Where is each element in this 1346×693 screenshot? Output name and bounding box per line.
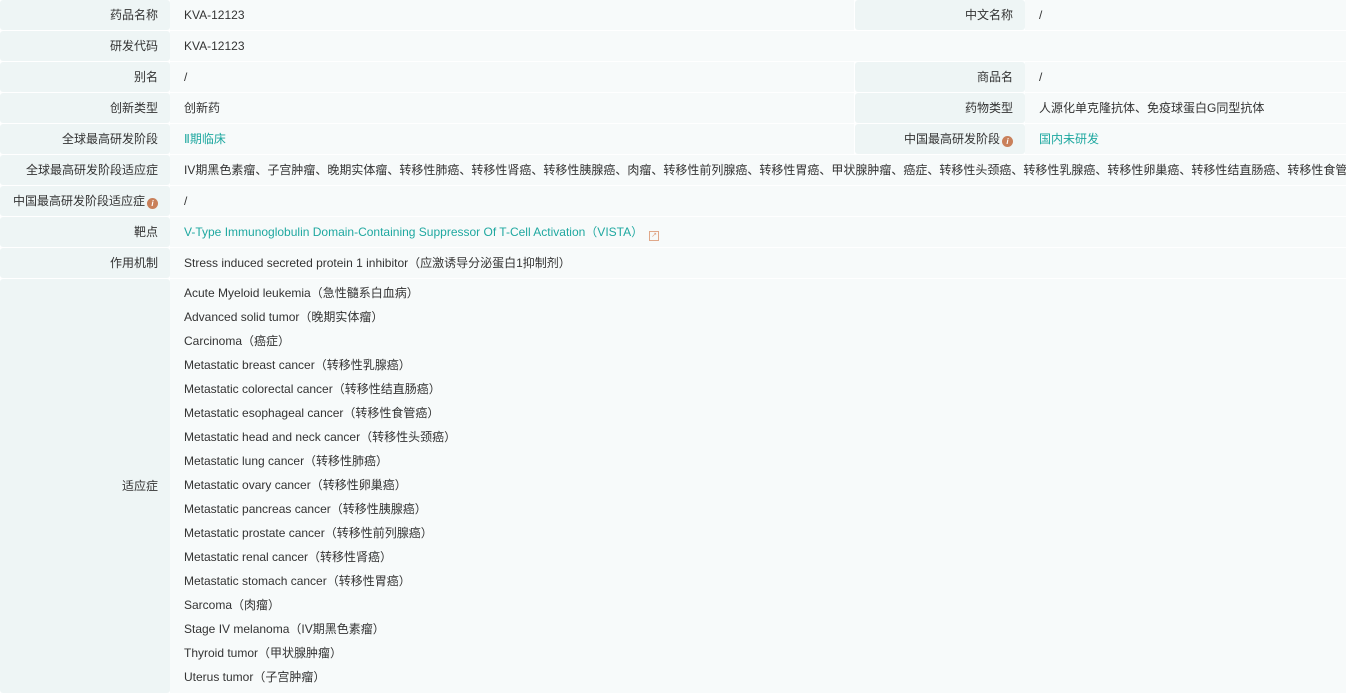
mechanism-value: Stress induced secreted protein 1 inhibi… [170,248,1346,278]
china-stage-indication-label: 中国最高研发阶段适应症 [12,194,145,208]
row-indications: 适应症 Acute Myeloid leukemia（急性髓系白血病） Advan… [0,279,1346,693]
indication-item: Uterus tumor（子宫肿瘤） [184,670,326,684]
china-stage-label-cell: 中国最高研发阶段 i [855,124,1025,154]
chinese-name-label: 中文名称 [855,0,1025,30]
target-link[interactable]: V-Type Immunoglobulin Domain-Containing … [184,225,643,239]
info-icon[interactable]: i [147,198,158,209]
indication-item: Metastatic renal cancer（转移性肾癌） [184,550,393,564]
indication-item: Advanced solid tumor（晚期实体瘤） [184,310,384,324]
global-stage-link[interactable]: Ⅱ期临床 [184,132,226,146]
row-target: 靶点 V-Type Immunoglobulin Domain-Containi… [0,217,1346,247]
row-alias: 别名 / 商品名 / [0,62,1346,92]
drug-type-label: 药物类型 [855,93,1025,123]
drug-name-label: 药品名称 [0,0,170,30]
global-stage-indication-value: IV期黑色素瘤、子宫肿瘤、晚期实体瘤、转移性肺癌、转移性肾癌、转移性胰腺癌、肉瘤… [170,155,1346,185]
indication-item: Metastatic colorectal cancer（转移性结直肠癌） [184,382,441,396]
innovation-type-label: 创新类型 [0,93,170,123]
row-global-stage: 全球最高研发阶段 Ⅱ期临床 中国最高研发阶段 i 国内未研发 [0,124,1346,154]
china-stage-label: 中国最高研发阶段 [903,132,1000,146]
trade-name-value: / [1025,62,1346,92]
row-global-stage-indication: 全球最高研发阶段适应症 IV期黑色素瘤、子宫肿瘤、晚期实体瘤、转移性肺癌、转移性… [0,155,1346,185]
alias-value: / [170,62,854,92]
indication-item: Metastatic ovary cancer（转移性卵巢癌） [184,478,407,492]
indication-item: Metastatic esophageal cancer（转移性食管癌） [184,406,440,420]
drug-type-value: 人源化单克隆抗体、免疫球蛋白G同型抗体 [1025,93,1346,123]
indication-item: Metastatic prostate cancer（转移性前列腺癌） [184,526,433,540]
global-stage-label: 全球最高研发阶段 [0,124,170,154]
drug-name-value: KVA-12123 [170,0,854,30]
indication-item: Thyroid tumor（甲状腺肿瘤） [184,646,343,660]
indication-item: Sarcoma（肉瘤） [184,598,281,612]
dev-code-value: KVA-12123 [170,31,1346,61]
trade-name-label: 商品名 [855,62,1025,92]
innovation-type-value: 创新药 [170,93,854,123]
drug-info-table: 药品名称 KVA-12123 中文名称 / 研发代码 KVA-12123 别名 … [0,0,1346,693]
indication-item: Stage IV melanoma（IV期黑色素瘤） [184,622,385,636]
row-china-stage-indication: 中国最高研发阶段适应症 i / [0,186,1346,216]
row-dev-code: 研发代码 KVA-12123 [0,31,1346,61]
china-stage-indication-label-cell: 中国最高研发阶段适应症 i [0,186,170,216]
indication-item: Metastatic breast cancer（转移性乳腺癌） [184,358,411,372]
global-stage-indication-label: 全球最高研发阶段适应症 [0,155,170,185]
row-drug-name: 药品名称 KVA-12123 中文名称 / [0,0,1346,30]
china-stage-indication-value: / [170,186,1346,216]
external-link-icon[interactable]: ↗ [649,231,660,241]
dev-code-label: 研发代码 [0,31,170,61]
indication-item: Metastatic lung cancer（转移性肺癌） [184,454,389,468]
indications-label: 适应症 [0,279,170,693]
indication-item: Metastatic pancreas cancer（转移性胰腺癌） [184,502,427,516]
china-stage-link[interactable]: 国内未研发 [1039,132,1099,146]
indication-item: Metastatic head and neck cancer（转移性头颈癌） [184,430,457,444]
alias-label: 别名 [0,62,170,92]
info-icon[interactable]: i [1002,136,1013,147]
target-label: 靶点 [0,217,170,247]
row-innovation-type: 创新类型 创新药 药物类型 人源化单克隆抗体、免疫球蛋白G同型抗体 [0,93,1346,123]
indication-item: Acute Myeloid leukemia（急性髓系白血病） [184,286,419,300]
indications-list: Acute Myeloid leukemia（急性髓系白血病） Advanced … [170,279,1346,693]
indication-item: Metastatic stomach cancer（转移性胃癌） [184,574,411,588]
row-mechanism: 作用机制 Stress induced secreted protein 1 i… [0,248,1346,278]
chinese-name-value: / [1025,0,1346,30]
indication-item: Carcinoma（癌症） [184,334,291,348]
mechanism-label: 作用机制 [0,248,170,278]
